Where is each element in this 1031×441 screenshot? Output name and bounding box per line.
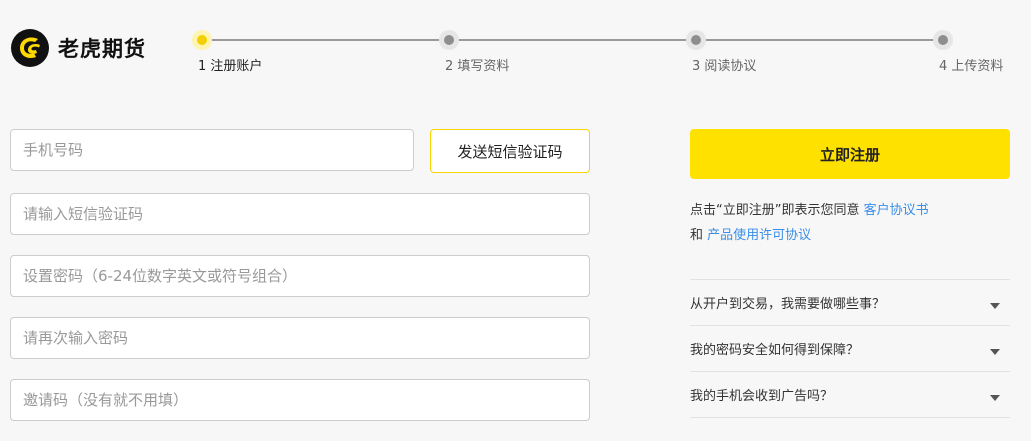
invite-code-field[interactable] <box>10 379 590 421</box>
faq-question: 从开户到交易，我需要做哪些事？ <box>690 297 886 312</box>
faq-item[interactable]: 我的密码安全如何得到保障？ <box>690 326 1010 372</box>
step-3-dot <box>686 30 706 50</box>
confirm-password-field[interactable] <box>10 317 590 359</box>
faq-item[interactable]: 我的手机会收到广告吗？ <box>690 372 1010 418</box>
brand-name: 老虎期货 <box>58 37 146 61</box>
registration-steps: 1 注册账户 2 填写资料 3 阅读协议 4 上传资料 <box>192 28 1003 78</box>
faq-question: 我的手机会收到广告吗？ <box>690 389 834 404</box>
sms-code-field[interactable] <box>10 193 590 235</box>
password-field[interactable] <box>10 255 590 297</box>
chevron-down-icon <box>990 348 1000 355</box>
tiger-logo-icon <box>11 29 49 67</box>
steps-line <box>210 39 942 41</box>
sms-code-input[interactable] <box>23 205 589 223</box>
agreement-line-2: 和 产品使用许可协议 <box>690 224 811 243</box>
confirm-password-input[interactable] <box>23 329 589 347</box>
customer-agreement-link[interactable]: 客户协议书 <box>864 203 929 218</box>
agreement-prefix: 点击“立即注册”即表示您同意 <box>690 203 860 218</box>
invite-code-input[interactable] <box>23 391 589 409</box>
step-4-dot <box>933 30 953 50</box>
step-4-label: 4 上传资料 <box>939 59 1004 74</box>
phone-field[interactable] <box>10 129 414 171</box>
step-2-label: 2 填写资料 <box>445 59 510 74</box>
product-license-link[interactable]: 产品使用许可协议 <box>707 228 811 243</box>
register-button[interactable]: 立即注册 <box>690 129 1010 179</box>
agreement-line-1: 点击“立即注册”即表示您同意 客户协议书 <box>690 199 929 218</box>
step-3-label: 3 阅读协议 <box>692 59 757 74</box>
step-1-dot <box>192 30 212 50</box>
phone-input[interactable] <box>23 141 413 159</box>
agreement-and: 和 <box>690 228 704 243</box>
faq-item[interactable]: 从开户到交易，我需要做哪些事？ <box>690 280 1010 326</box>
faq-question: 我的密码安全如何得到保障？ <box>690 343 860 358</box>
chevron-down-icon <box>990 302 1000 309</box>
step-2-dot <box>439 30 459 50</box>
faq-list: 从开户到交易，我需要做哪些事？ 我的密码安全如何得到保障？ 我的手机会收到广告吗… <box>690 279 1010 418</box>
step-1-label: 1 注册账户 <box>198 59 263 74</box>
brand-logo[interactable]: 老虎期货 <box>10 28 146 68</box>
password-input[interactable] <box>23 267 589 285</box>
send-sms-code-button[interactable]: 发送短信验证码 <box>430 129 590 173</box>
chevron-down-icon <box>990 394 1000 401</box>
